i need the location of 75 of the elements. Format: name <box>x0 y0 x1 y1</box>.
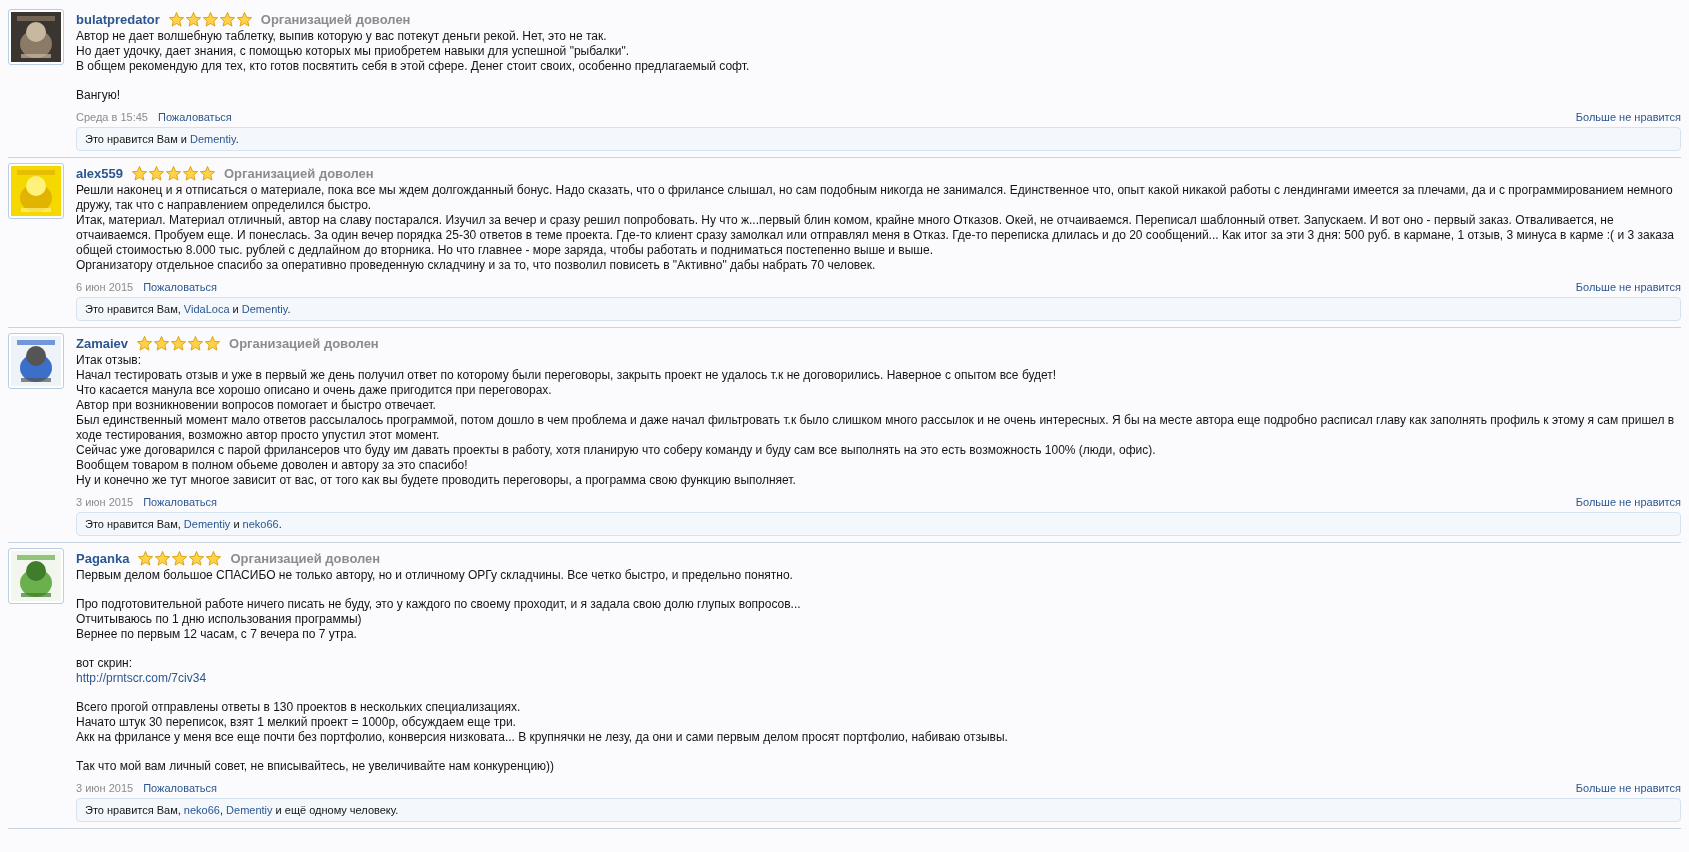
review-text: вот скрин: <box>76 656 134 671</box>
rating-label: Организацией доволен <box>230 550 381 566</box>
user-link[interactable]: VidaLoca <box>183 303 230 315</box>
star-icon <box>201 10 219 28</box>
rating-label: Организацией доволен <box>229 335 379 351</box>
star-icon <box>167 10 185 28</box>
star-icon <box>188 549 206 567</box>
rating-label: Организацией доволен <box>224 165 374 181</box>
post-date: Среда в 15:45 <box>76 111 148 123</box>
report-link[interactable]: Пожаловаться <box>157 111 232 123</box>
url-link[interactable]: http://prntscr.com/7civ34 <box>76 671 207 686</box>
report-link[interactable]: Пожаловаться <box>143 496 218 508</box>
author-link[interactable]: Paganka <box>76 550 130 566</box>
review-text: Ну и конечно же тут многое зависит от вас, от того как вы будете проводить переговоры, а программа свою функцию выполняет. <box>76 473 797 488</box>
review-text: Начато штук 30 переписок, взят 1 мелкий проект = 1000р, обсуждаем еще три. <box>76 715 517 730</box>
user-link[interactable]: Dementiy <box>183 518 231 530</box>
review-text: Организатору отдельное спасибо за оперативно проведенную складчину и за то, что позволил повисеть в "Активно" дабы набрать 70 человек. <box>76 258 877 273</box>
review-text: Вообщем товаром в полном обьеме доволен и автору за это спасибо! <box>76 458 469 473</box>
user-link[interactable]: neko66 <box>183 804 220 816</box>
star-icon <box>148 164 165 182</box>
user-link[interactable]: Dementiy <box>226 804 273 816</box>
review-text: Первым делом большое СПАСИБО не только автору, но и отличному ОРГу складчины. Все четко быстро, и предельно понятно. <box>76 568 794 583</box>
user-link[interactable]: Dementiy <box>190 133 236 145</box>
user-link[interactable]: neko66 <box>242 518 279 530</box>
review-text: Начал тестировать отзыв и уже в первый же день получил ответ по которому были переговоры, закрыть проект не удалось т.к не договорились. Наверное с опытом все будет! <box>76 368 1058 383</box>
review-text: Про подготовительной работе ничего писать не буду, это у каждого по своему проходит, и я задала свою долю глупых вопросов... <box>76 597 802 612</box>
star-icon <box>235 10 253 28</box>
review-text: В общем рекомендую для тех, кто готов посвятить себя в этой сфере. Денег стоит своих, особенно предлагаемый софт. <box>76 59 751 74</box>
unlike-link[interactable]: Больше не нравится <box>1575 782 1681 794</box>
review-text: Так что мой вам личный совет, не вписывайтесь, не увеличивайте нам конкуренцию)) <box>76 759 556 774</box>
review-text: Решли наконец и я отписаться о материале, пока все мы ждем долгожданный бонус. Надо сказать, что о фрилансе слышал, но сам подобным никогда не занимался. Единственное что, опыт какой никакой работы с лендингами имеется за плечами, да и с программированием немного дружу, так что с направлением определился быстро. <box>76 183 1674 213</box>
star-icon <box>199 164 216 182</box>
report-link[interactable]: Пожаловаться <box>143 782 218 794</box>
star-icon <box>218 10 236 28</box>
review-text: Отчитываюсь по 1 дню использования программы) <box>76 612 363 627</box>
review-text: Акк на фрилансе у меня все еще почти без портфолио, конверсия низковата... В крупнячки не лезу, да они и сами первым делом просят портфолио, набиваю отзывы. <box>76 730 1009 745</box>
likes-text: Это нравится Вам, Dementiy и neko66. <box>76 512 1681 536</box>
star-icon <box>182 164 199 182</box>
review-text: Сейчас уже договарился с парой фрилансеров что буду им давать проекты в работу, хотя планирую что соберу команду и буду сам все выполнять на это есть возможность 100% (люди, офис). <box>76 443 1157 458</box>
report-link[interactable]: Пожаловаться <box>143 281 218 293</box>
star-icon <box>136 334 154 352</box>
post-date: 3 июн 2015 <box>76 496 134 508</box>
review-text: Автор при возникновении вопросов помогает и быстро отвечает. <box>76 398 437 413</box>
star-icon <box>204 334 222 352</box>
review-text: Что касается манула все хорошо описано и очень даже пригодится при переговорах. <box>76 383 553 398</box>
star-icon <box>187 334 205 352</box>
review-text: Вернее по первым 12 часам, с 7 вечера по 7 утра. <box>76 627 358 642</box>
unlike-link[interactable]: Больше не нравится <box>1575 496 1681 508</box>
review-text: Автор не дает волшебную таблетку, выпив которую у вас потекут деньги рекой. Нет, это не так. <box>76 29 608 44</box>
unlike-link[interactable]: Больше не нравится <box>1575 281 1681 293</box>
post-date: 3 июн 2015 <box>76 782 134 794</box>
star-icon <box>165 164 182 182</box>
star-icon <box>205 549 223 567</box>
review-text: Итак, материал. Материал отличный, автор на славу постарался. Изучил за вечер и сразу решил попробовать. Ну что ж...первый блин комом, крайне много Отказов. Окей, не отчаиваемся. Переписал шаблонный ответ. Запускаем. И вот оно - первый заказ. Отваливается, не отчаиваемся. Пробуем еще. И понеслась. За один вечер порядка 25-30 ответов в теме проекта. Где-то клиент сразу замолкал или отправлял меня в Отказ. Где-то переписка длилась и до 20 сообщений... Как итог за эти 3 дня: 500 руб. в кармане, 1 отзыв, 3 минуса в карме :( и 3 заказа общей стоимостью 8.000 тыс. рублей с дедлайном до вторника. Но что главнее - море заряда, чтобы работать и подниматься постепенно выше и выше. <box>76 213 1675 258</box>
author-link[interactable]: Zamaiev <box>76 335 129 351</box>
review-text: Вангую! <box>76 88 121 103</box>
star-icon <box>153 334 171 352</box>
review-text: Был единственный момент мало ответов рассылалось программой, потом дошло в чем проблема и даже начал фильтровать т.к было слишком много рассылок и не очень интересных. Я бы на месте автора еще подробно расписал главу как заполнять профиль к этому я сам пришел в ходе тестирования, возможно автор просто упустил этот момент. <box>76 413 1676 443</box>
review-text: Итак отзыв: <box>76 353 142 368</box>
likes-text: Это нравится Вам, neko66, Dementiy и ещё одному человеку. <box>76 798 1681 822</box>
star-icon <box>170 334 188 352</box>
unlike-link[interactable]: Больше не нравится <box>1575 111 1681 123</box>
likes-text: Это нравится Вам, VidaLoca и Dementiy. <box>76 297 1681 321</box>
review-text: Но дает удочку, дает знания, с помощью которых мы приобретем навыки для успешной "рыбалки". <box>76 44 630 59</box>
author-link[interactable]: bulatpredator <box>76 11 160 27</box>
rating-label: Организацией доволен <box>260 11 411 27</box>
author-link[interactable]: alex559 <box>76 165 123 181</box>
likes-text: Это нравится Вам и Dementiy. <box>76 127 1681 151</box>
review-text: Всего прогой отправлены ответы в 130 проектов в нескольких специализациях. <box>76 700 522 715</box>
post-date: 6 июн 2015 <box>76 281 134 293</box>
star-icon <box>137 549 155 567</box>
star-icon <box>184 10 202 28</box>
star-icon <box>154 549 172 567</box>
star-icon <box>131 164 148 182</box>
star-icon <box>171 549 189 567</box>
